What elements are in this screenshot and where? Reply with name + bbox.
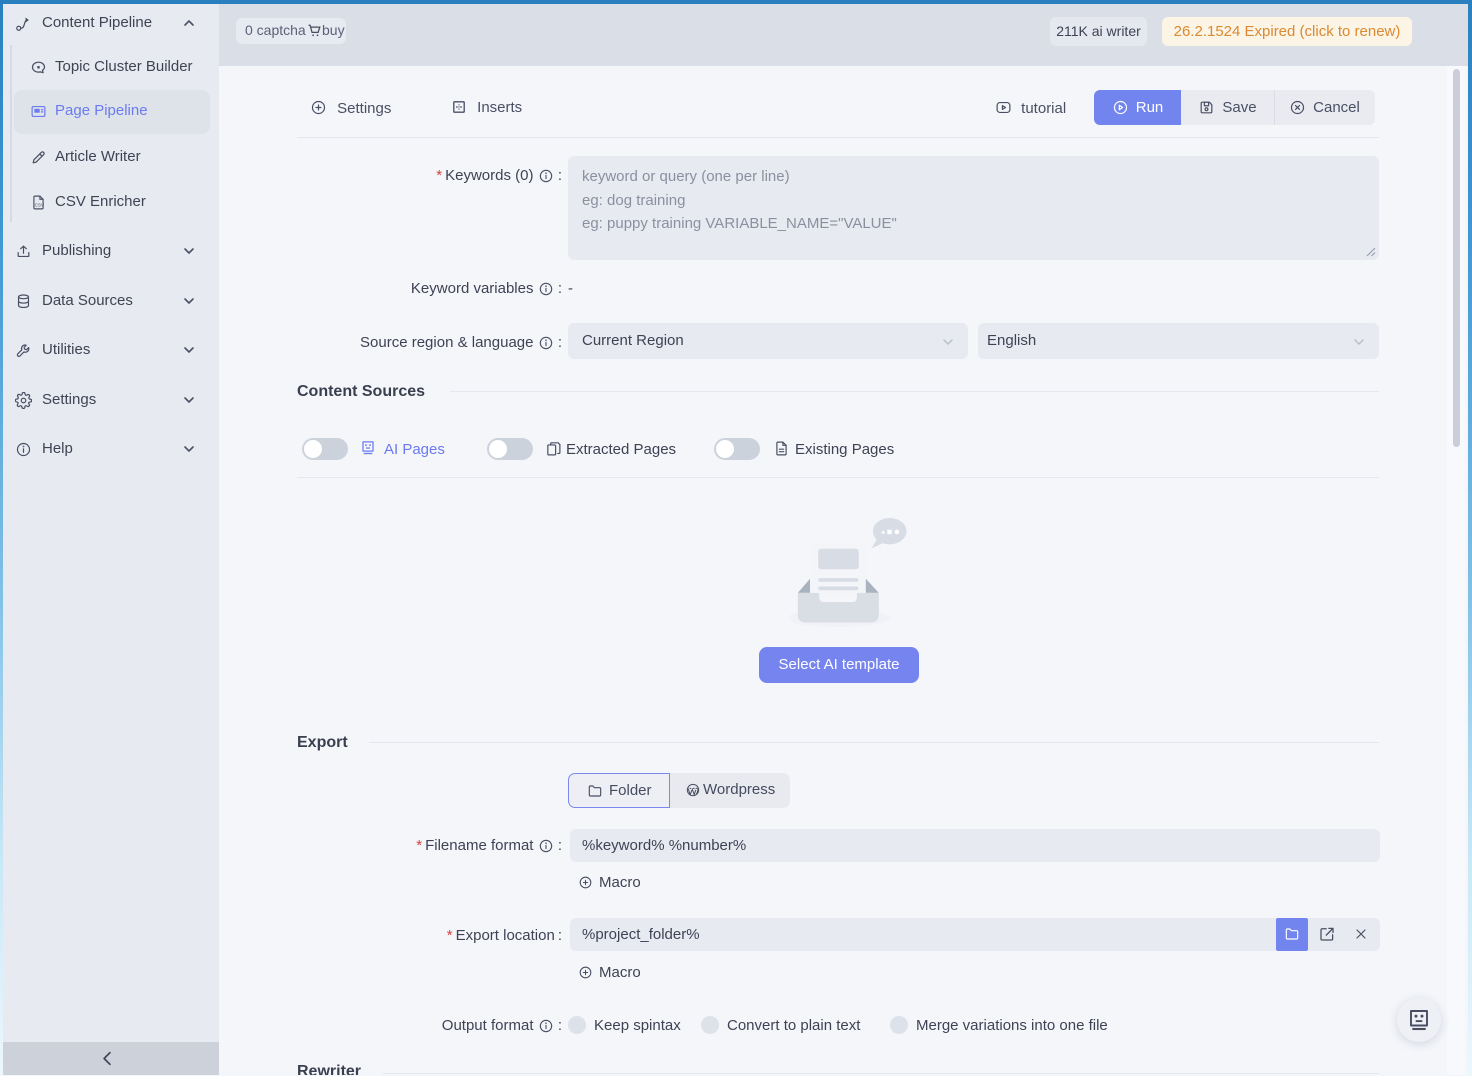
svg-text:CSV: CSV (35, 202, 45, 207)
